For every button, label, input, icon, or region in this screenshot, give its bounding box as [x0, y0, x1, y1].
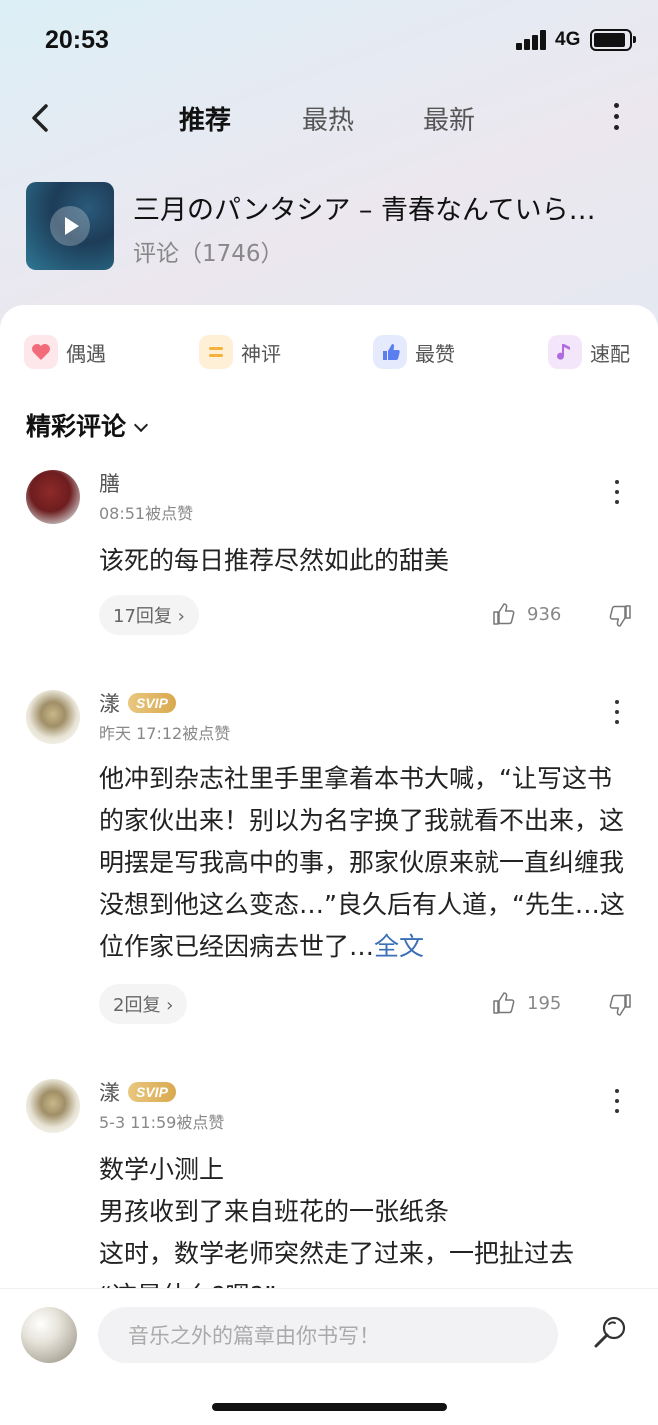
comments-sheet: 偶遇 神评 最赞 速配 精彩评论 膳 08:51被点赞 该死的每日推荐尽然如此的… — [0, 305, 658, 1425]
thumbs-up-icon — [373, 335, 407, 369]
comment-author[interactable]: 漾 SVIP — [99, 1079, 176, 1107]
author-name[interactable]: 膳 — [99, 468, 120, 498]
status-time: 20:53 — [45, 26, 109, 54]
tab-newest[interactable]: 最新 — [423, 100, 475, 137]
song-title: 三月のパンタシア – 青春なんていら… — [133, 195, 596, 226]
comment-count: 评论（1746） — [133, 241, 284, 267]
heart-icon — [24, 335, 58, 369]
filter-label: 最赞 — [415, 341, 455, 366]
home-indicator — [212, 1403, 447, 1411]
author-name[interactable]: 漾 — [99, 1079, 120, 1107]
avatar[interactable] — [26, 470, 80, 524]
comment-line: 数学小测上 — [99, 1155, 225, 1184]
chevron-down-icon — [133, 417, 149, 433]
avatar[interactable] — [26, 1079, 80, 1133]
comment-text: 该死的每日推荐尽然如此的甜美 — [99, 546, 450, 575]
comment-author[interactable]: 膳 — [99, 468, 120, 498]
like-count: 936 — [527, 603, 562, 625]
section-title-label: 精彩评论 — [26, 412, 127, 441]
filter-top-comment[interactable]: 神评 — [199, 333, 281, 371]
filter-label: 偶遇 — [66, 341, 106, 366]
thumbs-down-icon[interactable] — [605, 602, 633, 630]
avatar[interactable] — [26, 690, 80, 744]
like-button[interactable]: 195 — [491, 989, 561, 1017]
microphone-icon[interactable] — [590, 1313, 630, 1353]
svip-badge: SVIP — [128, 1082, 176, 1102]
back-icon[interactable] — [26, 100, 56, 136]
comment-line: 这时，数学老师突然走了过来，一把扯过去 — [99, 1239, 575, 1268]
comment-meta: 08:51被点赞 — [99, 504, 194, 523]
play-icon[interactable] — [50, 206, 90, 246]
signal-icon — [516, 30, 548, 50]
reply-button[interactable]: 2回复 › — [99, 984, 188, 1024]
like-count: 195 — [527, 992, 562, 1014]
comment-text: 他冲到杂志社里手里拿着本书大喊，“让写这书的家伙出来！别以为名字换了我就看不出来… — [99, 758, 629, 968]
thumbs-up-icon — [493, 992, 515, 1014]
reply-button[interactable]: 17回复 › — [99, 595, 199, 635]
song-cover[interactable] — [26, 182, 114, 270]
comment-input-bar: 音乐之外的篇章由你书写！ — [0, 1288, 658, 1425]
status-bar: 20:53 4G — [0, 0, 658, 80]
music-note-icon — [548, 335, 582, 369]
tab-recommended[interactable]: 推荐 — [179, 100, 231, 137]
like-button[interactable]: 936 — [491, 600, 561, 628]
more-options-icon[interactable] — [606, 100, 626, 136]
comment-line: 男孩收到了来自班花的一张纸条 — [99, 1197, 450, 1226]
filter-label: 神评 — [241, 341, 281, 366]
network-label: 4G — [555, 29, 581, 50]
comment-body: 他冲到杂志社里手里拿着本书大喊，“让写这书的家伙出来！别以为名字换了我就看不出来… — [99, 764, 625, 961]
song-header[interactable]: 三月のパンタシア – 青春なんていら… 评论（1746） — [26, 182, 636, 272]
read-full-link[interactable]: 全文 — [374, 932, 424, 961]
filter-quick-match[interactable]: 速配 — [548, 333, 630, 371]
comment-more-icon[interactable] — [612, 1089, 622, 1119]
filter-most-liked[interactable]: 最赞 — [373, 333, 455, 371]
svip-badge: SVIP — [128, 693, 176, 713]
comment-bubble-icon — [199, 335, 233, 369]
filter-label: 速配 — [590, 341, 630, 366]
filter-row: 偶遇 神评 最赞 速配 — [0, 333, 658, 373]
author-name[interactable]: 漾 — [99, 688, 120, 718]
comment-meta: 昨天 17:12被点赞 — [99, 724, 231, 743]
top-nav: 推荐 最热 最新 — [0, 90, 658, 146]
comment-meta: 5-3 11:59被点赞 — [99, 1113, 225, 1132]
comment-line: “这是什么?嗯?” — [99, 1275, 639, 1289]
section-title[interactable]: 精彩评论 — [26, 407, 149, 443]
comment-input[interactable]: 音乐之外的篇章由你书写！ — [98, 1307, 558, 1363]
comment-text: 数学小测上 男孩收到了来自班花的一张纸条 这时，数学老师突然走了过来，一把扯过去… — [99, 1149, 639, 1289]
comment-item: 漾 SVIP 5-3 11:59被点赞 数学小测上 男孩收到了来自班花的一张纸条 … — [0, 1079, 658, 1289]
battery-icon — [590, 29, 636, 51]
comment-more-icon[interactable] — [612, 480, 622, 510]
thumbs-up-icon — [493, 603, 515, 625]
tab-hottest[interactable]: 最热 — [302, 100, 354, 137]
my-avatar[interactable] — [21, 1307, 77, 1363]
thumbs-down-icon[interactable] — [605, 991, 633, 1019]
input-placeholder: 音乐之外的篇章由你书写！ — [128, 1324, 380, 1348]
comment-author[interactable]: 漾 SVIP — [99, 688, 176, 718]
filter-encounter[interactable]: 偶遇 — [24, 333, 106, 371]
comment-more-icon[interactable] — [612, 700, 622, 730]
